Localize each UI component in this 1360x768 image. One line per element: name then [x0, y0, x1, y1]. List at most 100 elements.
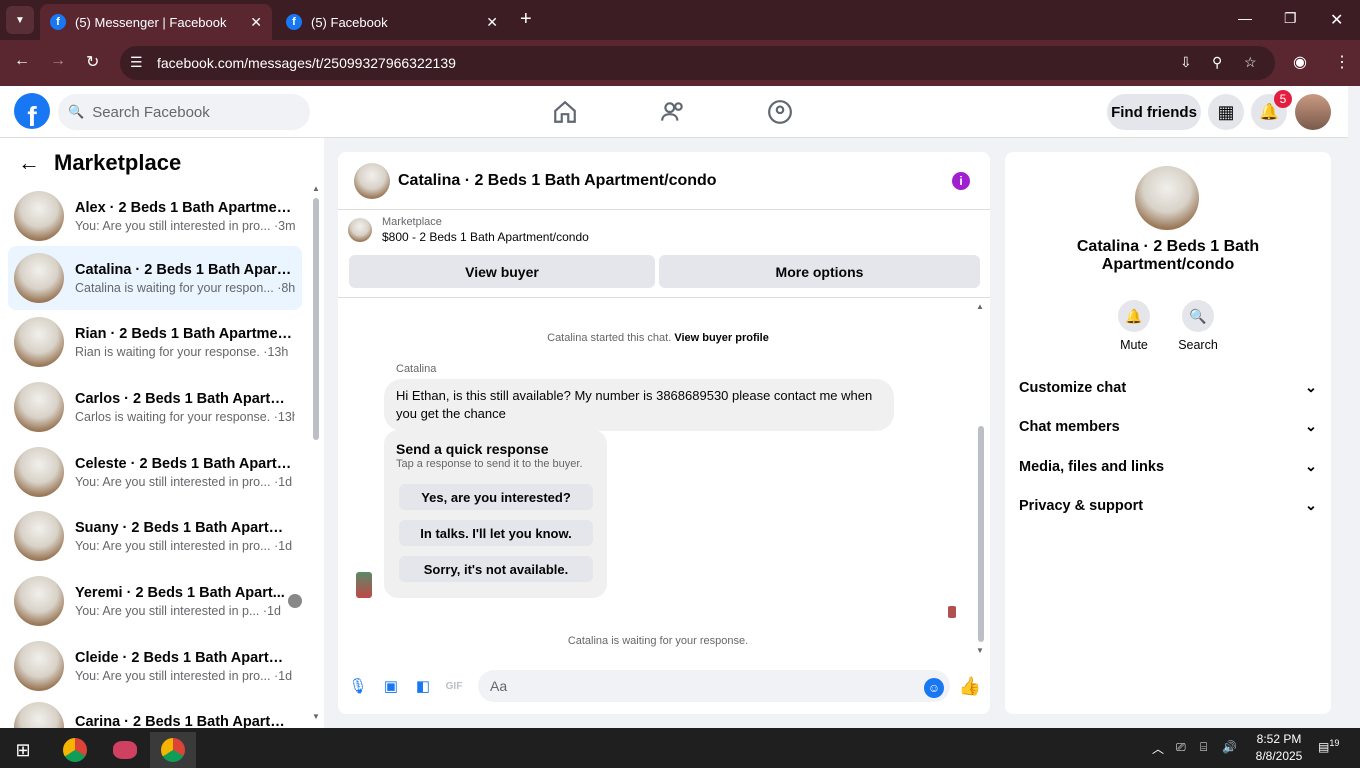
- listing-summary[interactable]: Marketplace $800 - 2 Beds 1 Bath Apartme…: [348, 216, 589, 244]
- scroll-up-arrow[interactable]: ▲: [312, 184, 320, 193]
- list-item[interactable]: Yeremi · 2 Beds 1 Bath Apart... You: Are …: [8, 569, 302, 633]
- chat-members-section[interactable]: Chat members ⌄: [1019, 419, 1317, 435]
- listing-thumbnail: [14, 576, 64, 626]
- back-button[interactable]: ←: [14, 52, 30, 70]
- network-icon[interactable]: ⌸: [1200, 740, 1207, 755]
- window-close-button[interactable]: ✕: [1330, 10, 1343, 30]
- quick-response-button[interactable]: Sorry, it's not available.: [399, 556, 593, 582]
- chat-title[interactable]: Catalina · 2 Beds 1 Bath Apartment/condo: [398, 172, 717, 190]
- chrome-icon: [63, 738, 87, 762]
- scroll-down-arrow[interactable]: ▼: [312, 712, 320, 721]
- quick-response-title: Send a quick response: [396, 441, 549, 457]
- list-item[interactable]: Carlos · 2 Beds 1 Bath Apartmen... Carlos…: [8, 375, 302, 439]
- close-icon[interactable]: ✕: [250, 14, 262, 31]
- page-scrollbar[interactable]: [1348, 86, 1360, 728]
- profile-icon: ◉: [1293, 54, 1307, 71]
- like-icon[interactable]: 👍: [959, 676, 981, 696]
- search-button[interactable]: 🔍 Search: [1168, 300, 1228, 352]
- chevron-down-icon: ⌄: [1304, 459, 1317, 475]
- volume-icon[interactable]: 🔊: [1222, 740, 1237, 754]
- listing-thumbnail: [1135, 166, 1199, 230]
- sticker-icon[interactable]: ◧: [413, 676, 433, 696]
- home-icon[interactable]: [552, 99, 578, 125]
- zoom-icon[interactable]: ⚲: [1212, 54, 1222, 71]
- clock[interactable]: 8:52 PM 8/8/2025: [1254, 732, 1304, 763]
- install-icon[interactable]: ⇩: [1180, 54, 1192, 71]
- notification-center-icon[interactable]: ▤19: [1318, 738, 1339, 754]
- search-icon: 🔍: [1182, 300, 1214, 332]
- tab-messenger[interactable]: f (5) Messenger | Facebook ✕: [40, 4, 272, 40]
- emoji-icon[interactable]: ☺: [924, 678, 944, 698]
- facebook-icon: f: [50, 14, 66, 30]
- image-icon[interactable]: ▣: [381, 676, 401, 696]
- tab-search-button[interactable]: ▼: [6, 6, 34, 34]
- groups-icon[interactable]: [767, 99, 793, 125]
- taskbar-app[interactable]: [102, 732, 148, 768]
- conversation-list-pane: ← Marketplace Alex · 2 Beds 1 Bath Apart…: [0, 138, 324, 752]
- customize-chat-section[interactable]: Customize chat ⌄: [1019, 380, 1317, 396]
- composer: 🎙 ▣ ◧ GIF Aa ☺ 👍: [338, 664, 990, 714]
- list-item[interactable]: Catalina · 2 Beds 1 Bath Apartm... Catali…: [8, 246, 302, 310]
- listing-price: $800 - 2 Beds 1 Bath Apartment/condo: [382, 230, 589, 244]
- star-icon[interactable]: ☆: [1244, 54, 1257, 71]
- forward-button[interactable]: →: [50, 52, 66, 70]
- windows-icon: ⊞: [15, 739, 31, 760]
- profile-button[interactable]: ◉: [1293, 52, 1307, 72]
- back-icon[interactable]: ←: [18, 150, 40, 176]
- privacy-support-section[interactable]: Privacy & support ⌄: [1019, 498, 1317, 514]
- list-item[interactable]: Suany · 2 Beds 1 Bath Apartmen... You: Ar…: [8, 504, 302, 568]
- quick-response-subtitle: Tap a response to send it to the buyer.: [396, 458, 583, 470]
- scrollbar-thumb[interactable]: [313, 198, 319, 440]
- scroll-up-arrow[interactable]: ▲: [976, 302, 984, 311]
- listing-thumbnail: [14, 641, 64, 691]
- search-input[interactable]: 🔍 Search Facebook: [58, 94, 310, 130]
- taskbar-chrome-active[interactable]: [150, 732, 196, 768]
- view-buyer-button[interactable]: View buyer: [349, 255, 655, 288]
- read-receipt-avatar: [948, 606, 956, 618]
- start-button[interactable]: ⊞: [0, 732, 46, 768]
- facebook-header: f 🔍 Search Facebook Find friends ▦ 🔔 5: [0, 86, 1348, 138]
- bell-icon: 🔔: [1118, 300, 1150, 332]
- find-friends-button[interactable]: Find friends: [1107, 94, 1201, 130]
- quick-response-button[interactable]: In talks. I'll let you know.: [399, 520, 593, 546]
- maximize-icon: ❐: [1284, 10, 1297, 26]
- chevron-up-icon[interactable]: ︿: [1152, 740, 1164, 757]
- list-item[interactable]: Alex · 2 Beds 1 Bath Apartment/... You: A…: [8, 184, 302, 248]
- gif-icon[interactable]: GIF: [444, 676, 464, 696]
- chevron-down-icon: ▼: [15, 14, 25, 26]
- message-input[interactable]: Aa: [478, 670, 950, 702]
- mute-button[interactable]: 🔔 Mute: [1104, 300, 1164, 352]
- account-avatar[interactable]: [1295, 94, 1331, 130]
- facebook-icon: f: [286, 14, 302, 30]
- list-item[interactable]: Celeste · 2 Beds 1 Bath Apartme... You: A…: [8, 440, 302, 504]
- view-buyer-profile-link[interactable]: View buyer profile: [674, 332, 769, 344]
- facebook-logo[interactable]: f: [14, 93, 50, 129]
- close-icon[interactable]: ✕: [486, 14, 498, 31]
- mic-icon[interactable]: 🎙: [348, 676, 368, 696]
- address-bar[interactable]: ☰ facebook.com/messages/t/25099327966322…: [120, 46, 1275, 80]
- listing-thumbnail: [14, 382, 64, 432]
- menu-button[interactable]: ⋮: [1334, 52, 1350, 72]
- quick-response-button[interactable]: Yes, are you interested?: [399, 484, 593, 510]
- site-info-icon[interactable]: ☰: [130, 54, 143, 71]
- taskbar-chrome[interactable]: [52, 732, 98, 768]
- minimize-button[interactable]: —: [1238, 10, 1252, 26]
- chat-started-notice: Catalina started this chat. View buyer p…: [547, 332, 769, 344]
- friends-icon[interactable]: [660, 99, 686, 125]
- list-item[interactable]: Cleide · 2 Beds 1 Bath Apartmen... You: A…: [8, 634, 302, 698]
- more-options-button[interactable]: More options: [659, 255, 980, 288]
- meet-now-icon[interactable]: ⎚: [1176, 740, 1186, 755]
- scrollbar-thumb[interactable]: [978, 426, 984, 642]
- new-tab-button[interactable]: +: [520, 8, 532, 31]
- scroll-down-arrow[interactable]: ▼: [976, 646, 984, 655]
- menu-button[interactable]: ▦: [1208, 94, 1244, 130]
- reload-button[interactable]: ↻: [86, 52, 99, 72]
- media-files-section[interactable]: Media, files and links ⌄: [1019, 459, 1317, 475]
- browser-tab-strip: ▼ f (5) Messenger | Facebook ✕ f (5) Fac…: [0, 0, 1360, 40]
- waiting-notice: Catalina is waiting for your response.: [567, 635, 749, 647]
- info-icon[interactable]: i: [952, 172, 970, 190]
- list-item[interactable]: Rian · 2 Beds 1 Bath Apartment/... Rian i…: [8, 310, 302, 374]
- tab-facebook[interactable]: f (5) Facebook ✕: [276, 4, 508, 40]
- message-bubble[interactable]: Hi Ethan, is this still available? My nu…: [384, 379, 894, 431]
- maximize-button[interactable]: ❐: [1284, 10, 1297, 27]
